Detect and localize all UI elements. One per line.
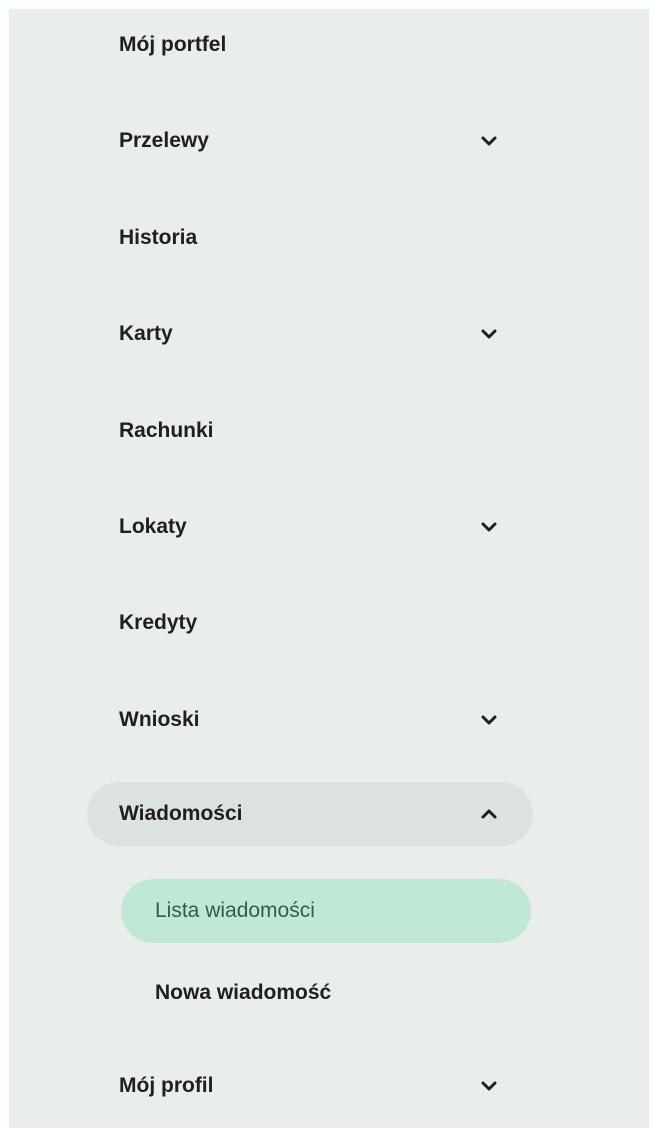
nav-item-cards[interactable]: Karty [9, 302, 649, 366]
main-menu: Mój portfel Przelewy Historia Karty Rach… [9, 9, 649, 1128]
nav-item-my-wallet[interactable]: Mój portfel [9, 13, 649, 77]
nav-item-label: Karty [119, 322, 173, 345]
nav-item-my-profile[interactable]: Mój profil [9, 1054, 649, 1118]
nav-item-deposits[interactable]: Lokaty [9, 495, 649, 559]
nav-item-label: Rachunki [119, 419, 214, 442]
chevron-down-icon[interactable] [479, 324, 499, 344]
subnav-item-label: Lista wiadomości [155, 899, 315, 922]
nav-item-loans[interactable]: Kredyty [9, 591, 649, 655]
chevron-down-icon[interactable] [479, 517, 499, 537]
subnav-item-new-message[interactable]: Nowa wiadomość [121, 961, 531, 1025]
subnav-item-message-list[interactable]: Lista wiadomości [121, 879, 531, 943]
subnav-item-label: Nowa wiadomość [155, 981, 332, 1004]
nav-item-messages[interactable]: Wiadomości [87, 782, 533, 846]
nav-item-label: Mój profil [119, 1074, 214, 1097]
nav-item-label: Lokaty [119, 515, 187, 538]
chevron-down-icon[interactable] [479, 1076, 499, 1096]
nav-item-label: Mój portfel [119, 33, 227, 56]
chevron-up-icon[interactable] [479, 804, 499, 824]
nav-item-history[interactable]: Historia [9, 206, 649, 270]
nav-item-label: Wiadomości [119, 802, 243, 825]
chevron-down-icon[interactable] [479, 131, 499, 151]
nav-item-applications[interactable]: Wnioski [9, 688, 649, 752]
chevron-down-icon[interactable] [479, 710, 499, 730]
nav-item-label: Przelewy [119, 129, 209, 152]
nav-item-accounts[interactable]: Rachunki [9, 399, 649, 463]
side-navigation-panel: Mój portfel Przelewy Historia Karty Rach… [9, 9, 649, 1128]
nav-item-label: Kredyty [119, 611, 198, 634]
nav-item-transfers[interactable]: Przelewy [9, 109, 649, 173]
nav-item-label: Historia [119, 226, 198, 249]
nav-item-label: Wnioski [119, 708, 200, 731]
